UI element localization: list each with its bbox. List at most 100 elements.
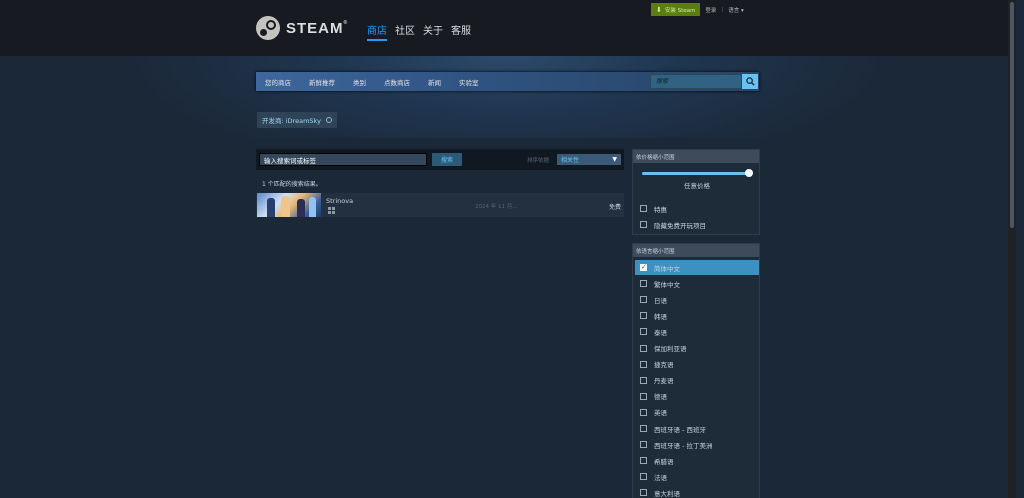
developer-filter-label: 开发商: iDreamSky	[262, 117, 321, 125]
sort-label: 排序依据	[527, 158, 550, 164]
store-nav-categories[interactable]: 类别	[344, 77, 375, 87]
result-release-date: 2024 年 11 月...	[475, 204, 518, 210]
language-filter-option-label: 丹麦语	[654, 377, 674, 386]
top-separator: |	[721, 6, 724, 13]
language-filter-option[interactable]: 韩语	[633, 308, 759, 323]
language-filter-option[interactable]: 希腊语	[633, 453, 759, 468]
install-steam-label: 安装 Steam	[664, 7, 696, 14]
store-search	[650, 74, 758, 89]
page-scrollbar[interactable]	[1008, 0, 1016, 498]
language-filter-option-label: 西班牙语 - 西班牙	[654, 425, 706, 434]
price-filter-option-label: 特惠	[654, 205, 667, 214]
checkbox-icon[interactable]	[640, 457, 647, 465]
checkbox-icon[interactable]	[640, 376, 647, 384]
language-filter-option[interactable]: 德语	[633, 389, 759, 404]
store-nav-your-store[interactable]: 您的商店	[256, 77, 300, 87]
language-filter-option-label: 希腊语	[654, 457, 674, 466]
developer-filter-tag[interactable]: 开发商: iDreamSky	[257, 112, 337, 128]
checkbox-icon[interactable]	[640, 328, 647, 336]
language-filter-option[interactable]: 西班牙语 - 西班牙	[633, 421, 759, 436]
sort-select[interactable]: 相关性 ▼	[557, 154, 621, 165]
language-filter-option[interactable]: 法语	[633, 469, 759, 484]
checkbox-icon[interactable]	[640, 392, 647, 400]
steam-store-page: STEAM® 商店 社区 关于 客服 ⬇ 安装 Steam 登录 | 语言 ▾ …	[0, 0, 1016, 498]
search-button[interactable]: 搜索	[432, 153, 462, 166]
language-filter-option[interactable]: 保加利亚语	[633, 341, 759, 356]
language-filter-option[interactable]: 泰语	[633, 324, 759, 339]
price-slider-handle[interactable]	[745, 169, 753, 177]
windows-icon	[328, 207, 335, 214]
language-filter-option[interactable]: 意大利语	[633, 485, 759, 498]
price-slider-track[interactable]	[642, 172, 750, 175]
language-filter-option[interactable]: 繁体中文	[633, 276, 759, 291]
price-filter-header: 依价格缩小范围	[633, 150, 759, 163]
language-filter-option-label: 韩语	[654, 312, 667, 321]
store-search-input[interactable]	[650, 74, 742, 89]
search-term-input[interactable]	[259, 153, 427, 166]
sort-value: 相关性	[561, 157, 580, 164]
nav-support[interactable]: 客服	[451, 22, 471, 41]
checkbox-icon[interactable]	[640, 296, 647, 304]
store-nav-points-shop[interactable]: 点数商店	[375, 77, 419, 87]
result-price: 免费	[608, 204, 621, 211]
checkbox-icon[interactable]	[640, 425, 647, 432]
language-dropdown[interactable]: 语言 ▾	[728, 6, 744, 14]
language-filter-option-label: 简体中文	[654, 264, 680, 273]
checkbox-checked-icon[interactable]	[640, 263, 647, 271]
language-filter-option[interactable]: 英语	[633, 405, 759, 420]
download-icon: ⬇	[656, 5, 662, 14]
checkbox-icon[interactable]	[640, 221, 647, 228]
price-filter-option-label: 隐藏免费开玩项目	[654, 221, 706, 230]
main-nav: 商店 社区 关于 客服	[367, 22, 471, 41]
price-filter-option[interactable]: 隐藏免费开玩项目	[633, 217, 759, 232]
checkbox-icon[interactable]	[640, 441, 647, 449]
price-filter-block: 依价格缩小范围 任意价格 特惠隐藏免费开玩项目	[632, 149, 760, 235]
checkbox-icon[interactable]	[640, 312, 647, 320]
search-result-row[interactable]: Strinova 2024 年 11 月... 免费	[256, 193, 624, 217]
checkbox-icon[interactable]	[640, 408, 647, 416]
steam-logo[interactable]: STEAM®	[256, 16, 348, 40]
global-header: STEAM® 商店 社区 关于 客服 ⬇ 安装 Steam 登录 | 语言 ▾	[0, 0, 1016, 56]
language-filter-option[interactable]: 丹麦语	[633, 373, 759, 388]
store-nav-news[interactable]: 新闻	[419, 77, 450, 87]
language-filter-option-label: 英语	[654, 409, 667, 418]
language-filter-option[interactable]: 西班牙语 - 拉丁美洲	[633, 437, 759, 452]
store-nav-new-noteworthy[interactable]: 新鲜推荐	[300, 77, 344, 87]
install-steam-button[interactable]: ⬇ 安装 Steam	[651, 3, 701, 16]
game-capsule-image	[257, 193, 321, 217]
checkbox-icon[interactable]	[640, 344, 647, 352]
nav-store[interactable]: 商店	[367, 22, 387, 41]
language-filter-option-label: 保加利亚语	[654, 345, 687, 353]
language-filter-option-label: 西班牙语 - 拉丁美洲	[654, 441, 713, 450]
checkbox-icon[interactable]	[640, 489, 647, 497]
price-slider-value: 任意价格	[684, 182, 710, 190]
language-filter-option-label: 繁体中文	[654, 280, 680, 289]
results-count: 1 个匹配的搜索结果。	[262, 181, 322, 188]
language-filter-option-label: 法语	[654, 473, 667, 482]
checkbox-icon[interactable]	[640, 360, 647, 368]
store-nav-labs[interactable]: 实验室	[450, 77, 488, 87]
language-filter-option[interactable]: 捷克语	[633, 357, 759, 372]
price-filter-option[interactable]: 特惠	[633, 201, 759, 216]
checkbox-icon[interactable]	[640, 280, 647, 288]
checkbox-icon[interactable]	[640, 205, 647, 212]
search-icon	[745, 77, 755, 86]
language-filter-option-label: 日语	[654, 296, 667, 305]
steam-logo-text: STEAM®	[286, 19, 349, 37]
remove-filter-icon[interactable]	[325, 117, 332, 123]
login-link[interactable]: 登录	[705, 6, 716, 14]
language-filter-option-label: 德语	[654, 393, 667, 402]
checkbox-icon[interactable]	[640, 473, 647, 481]
scrollbar-thumb[interactable]	[1010, 2, 1014, 228]
language-filter-option-label: 泰语	[654, 328, 667, 337]
language-filter-option-label: 捷克语	[654, 361, 674, 370]
store-search-button[interactable]	[742, 74, 758, 89]
store-header-background	[0, 56, 1016, 138]
result-title: Strinova	[326, 197, 354, 205]
language-filter-option-label: 意大利语	[654, 489, 680, 498]
language-filter-option[interactable]: 日语	[633, 292, 759, 307]
top-actions: ⬇ 安装 Steam 登录 | 语言 ▾	[651, 3, 744, 16]
nav-community[interactable]: 社区	[395, 22, 415, 41]
nav-about[interactable]: 关于	[423, 22, 443, 41]
language-filter-option[interactable]: 简体中文	[635, 260, 759, 275]
